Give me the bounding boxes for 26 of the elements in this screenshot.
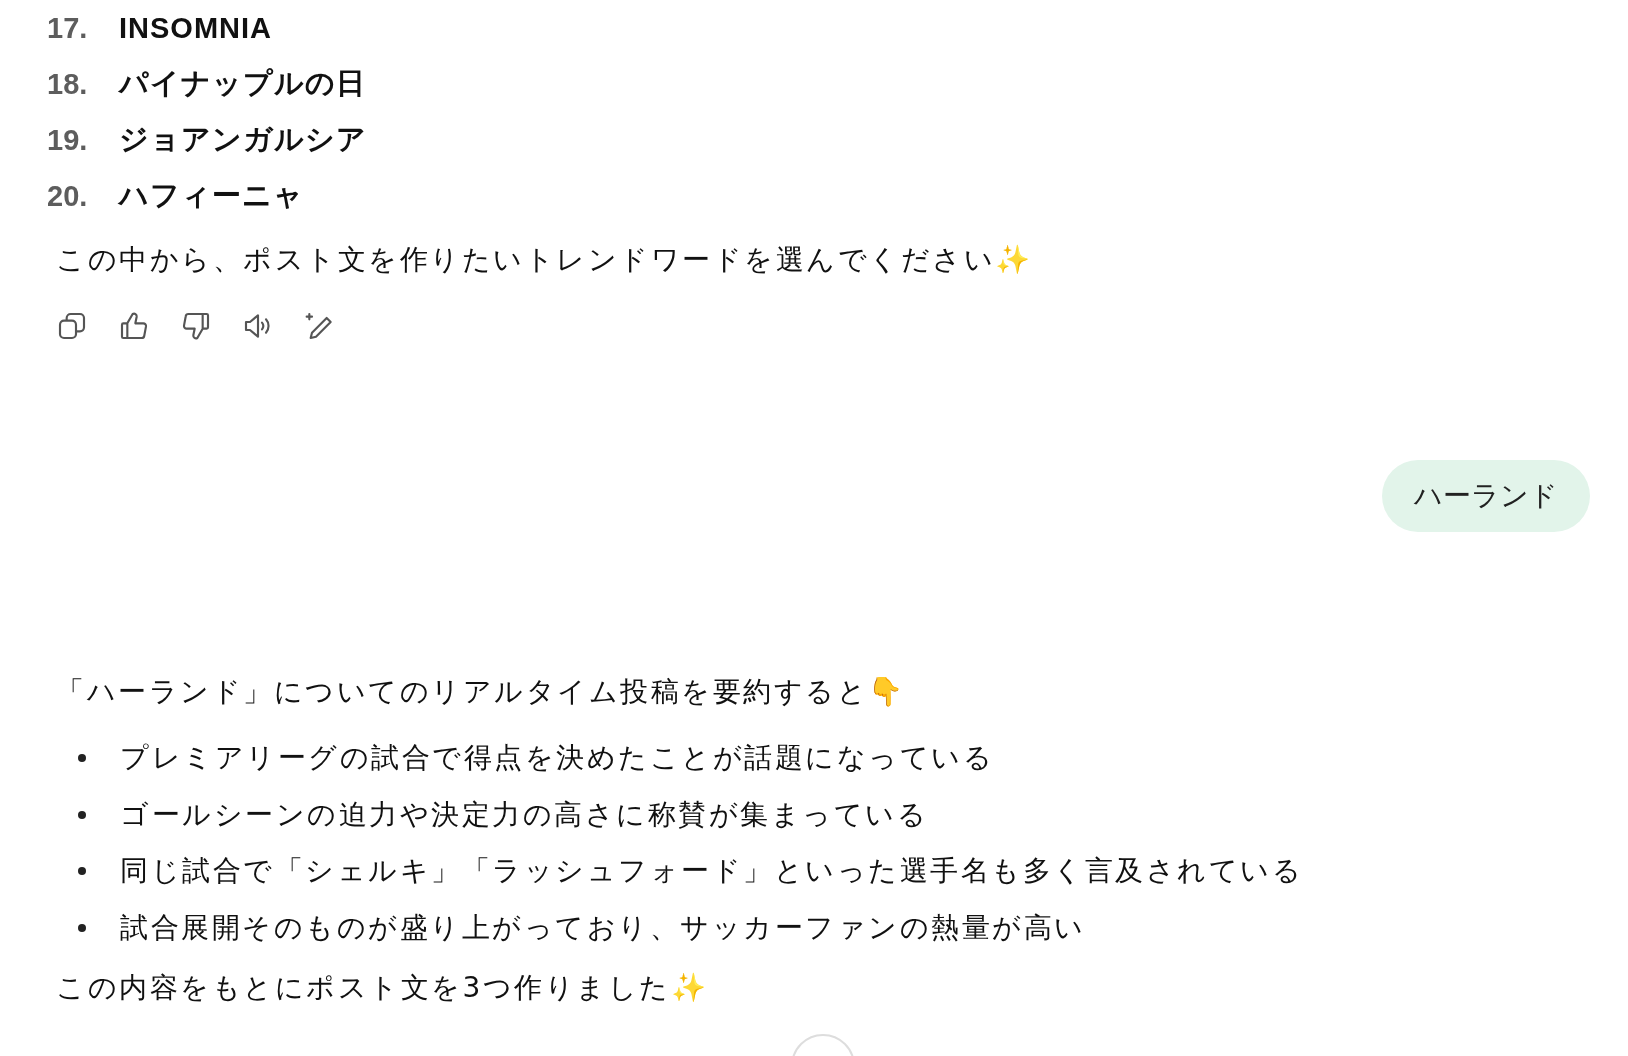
thumbs-up-icon [118, 310, 150, 342]
copy-icon [56, 310, 88, 342]
trend-word: パイナップルの日 [119, 66, 366, 101]
thumbs-down-icon [180, 310, 212, 342]
assistant-message: この内容をもとにポスト文を3つ作りました✨ [55, 970, 710, 1006]
user-message-bubble: ハーランド [1382, 460, 1590, 532]
bullet-icon [78, 867, 86, 876]
copy-button[interactable] [56, 310, 88, 342]
like-button[interactable] [118, 310, 150, 342]
assistant-message: この中から、ポスト文を作りたいトレンドワードを選んでください✨ [55, 242, 1034, 278]
bullet-icon [78, 810, 86, 819]
summary-point: プレミアリーグの試合で得点を決めたことが話題になっている [120, 740, 994, 777]
assistant-message: 「ハーランド」についてのリアルタイム投稿を要約すると👇 [55, 674, 907, 710]
bullet-icon [78, 923, 86, 932]
summary-point: ゴールシーンの迫力や決定力の高さに称賛が集まっている [120, 796, 928, 833]
bullet-icon [78, 754, 86, 763]
summary-point: 同じ試合で「シェルキ」「ラッシュフォード」といった選手名も多く言及されている [120, 853, 1303, 890]
trend-word: INSOMNIA [119, 11, 272, 45]
trend-word: ジョアンガルシア [119, 122, 367, 157]
list-number: 17. [47, 11, 89, 45]
list-number: 20. [47, 179, 89, 213]
list-number: 18. [47, 67, 89, 101]
trend-word: ハフィーニャ [119, 178, 304, 213]
summary-point: 試合展開そのものが盛り上がっており、サッカーファンの熱量が高い [120, 909, 1086, 946]
dislike-button[interactable] [180, 310, 212, 342]
list-number: 19. [47, 123, 89, 157]
